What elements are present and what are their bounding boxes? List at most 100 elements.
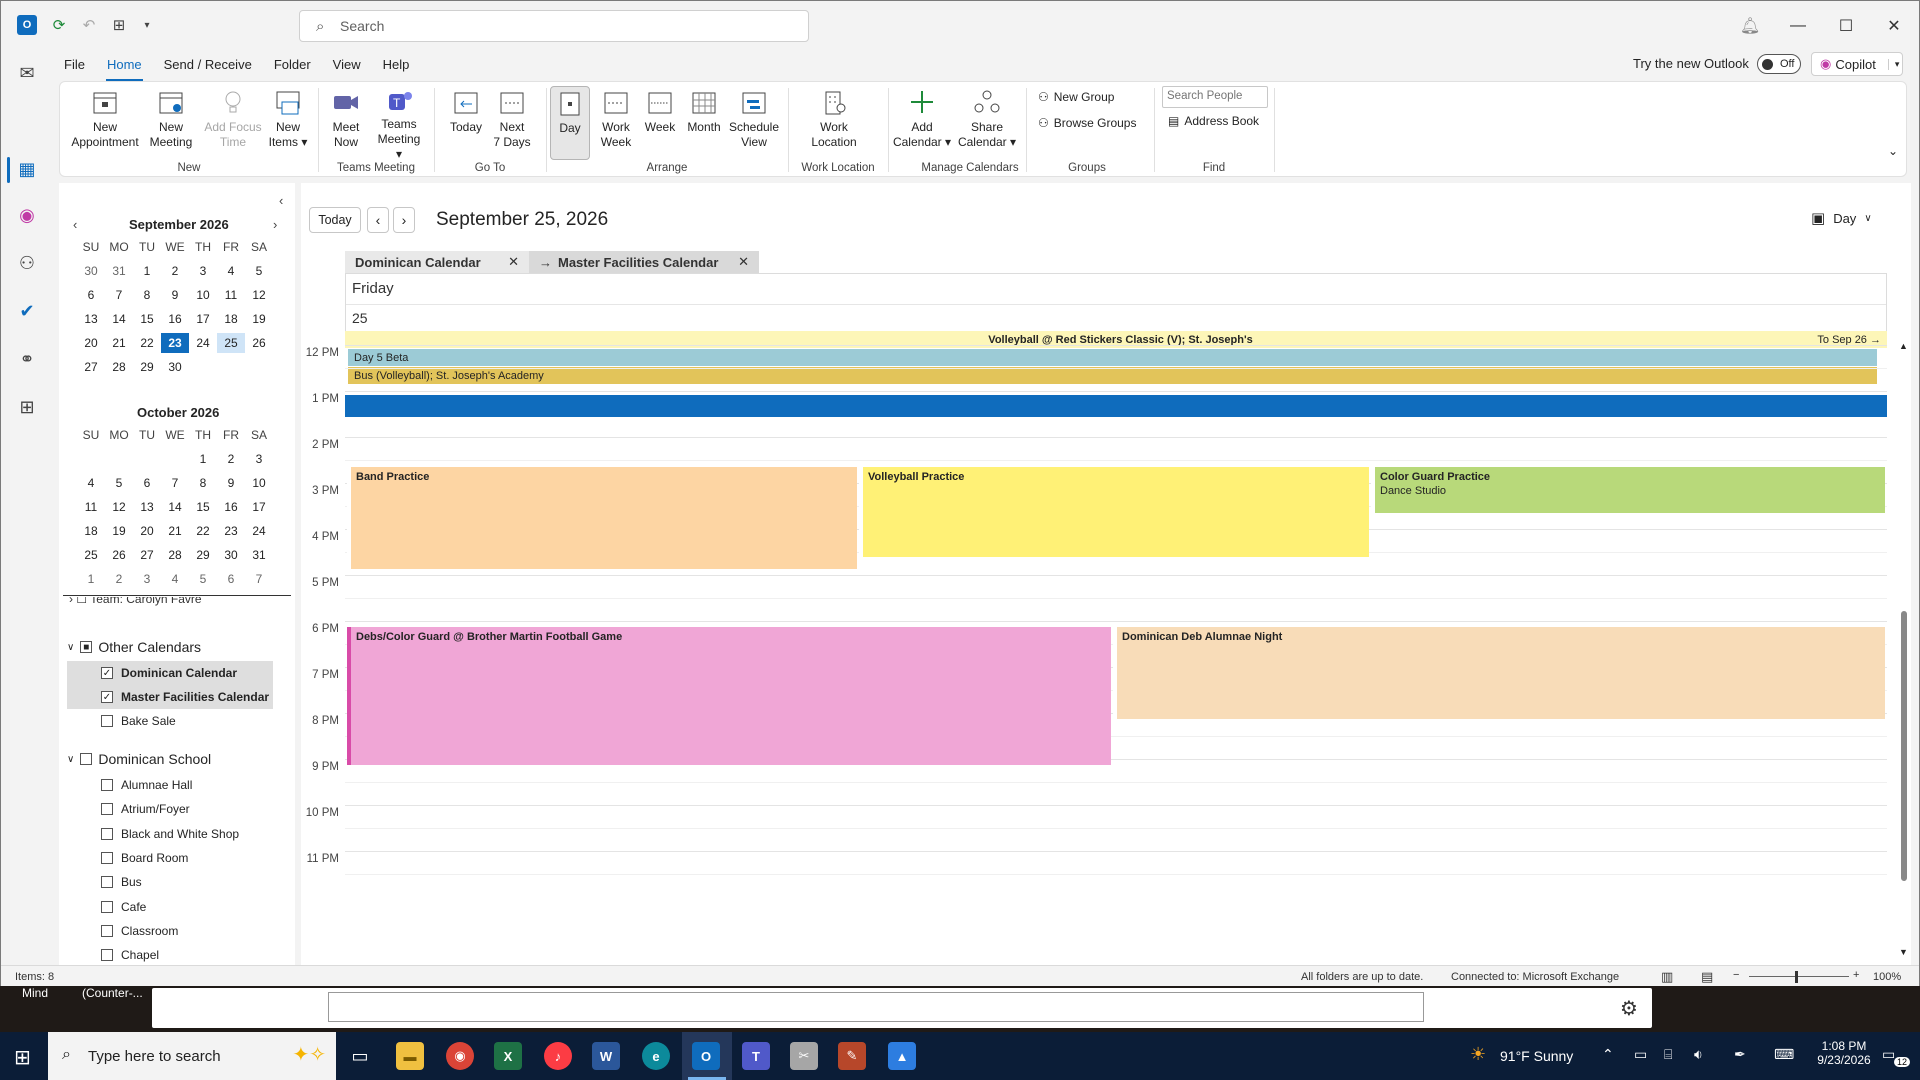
minical-day[interactable]: 7 <box>161 473 189 493</box>
minical-day[interactable]: 2 <box>105 569 133 589</box>
mail-icon[interactable]: ✉ <box>13 59 41 87</box>
maximize-button[interactable]: ☐ <box>1831 13 1861 39</box>
new-group-button[interactable]: ⚇ New Group <box>1038 90 1114 104</box>
todo-icon[interactable]: ✔ <box>13 297 41 325</box>
gear-icon[interactable]: ⚙ <box>1620 996 1638 1021</box>
minical-day[interactable]: 16 <box>217 497 245 517</box>
next-7-days-button[interactable]: Next 7 Days <box>490 86 534 162</box>
file-explorer-icon[interactable]: ▬ <box>396 1042 424 1070</box>
calendar-school-item[interactable]: Alumnae Hall <box>67 773 273 797</box>
close-button[interactable]: ✕ <box>1879 13 1909 39</box>
checkbox[interactable] <box>101 851 113 864</box>
checkbox[interactable] <box>101 876 113 889</box>
minical-day[interactable]: 15 <box>189 497 217 517</box>
event-debs-color-guard[interactable]: Debs/Color Guard @ Brother Martin Footba… <box>347 627 1111 765</box>
scroll-up-icon[interactable]: ▲ <box>1899 341 1908 351</box>
task-view-icon[interactable]: ▭ <box>346 1042 374 1070</box>
address-book-button[interactable]: ▤ Address Book <box>1168 114 1259 128</box>
checkbox[interactable] <box>101 827 113 840</box>
outlook-taskbar-icon[interactable]: O <box>692 1042 720 1070</box>
minical-day[interactable]: 18 <box>217 309 245 329</box>
event-color-guard-practice[interactable]: Color Guard Practice Dance Studio <box>1371 467 1885 513</box>
event-volleyball-practice[interactable]: Volleyball Practice <box>859 467 1369 557</box>
taskbar-search-input[interactable]: ⌕ Type here to search ✦✧ <box>48 1032 336 1080</box>
minical-day[interactable]: 25 <box>77 545 105 565</box>
group-checkbox[interactable] <box>80 753 93 765</box>
dominican-school-group[interactable]: ∨ Dominican School <box>67 751 211 767</box>
day-view-button[interactable]: Day <box>550 86 590 160</box>
checkbox[interactable] <box>101 803 113 816</box>
network-icon[interactable]: ⌸ <box>1664 1046 1672 1063</box>
search-input[interactable]: ⌕ Search <box>299 10 809 42</box>
schedule-view-button[interactable]: Schedule View <box>726 86 782 162</box>
minical-day[interactable]: 3 <box>245 449 273 469</box>
current-time-selection[interactable] <box>345 395 1887 417</box>
excel-icon[interactable]: X <box>494 1042 522 1070</box>
minical-day[interactable]: 25 <box>217 333 245 353</box>
view-selector[interactable]: ▣ Day ∨ <box>1811 209 1872 227</box>
minical-day[interactable]: 31 <box>245 545 273 565</box>
browse-groups-button[interactable]: ⚇ Browse Groups <box>1038 116 1136 130</box>
minical-day[interactable]: 4 <box>161 569 189 589</box>
checkbox[interactable] <box>101 949 113 962</box>
month-button[interactable]: Month <box>682 86 726 162</box>
minical-day[interactable]: 10 <box>189 285 217 305</box>
undo-icon[interactable]: ↶ <box>79 15 99 35</box>
minical-day[interactable]: 7 <box>245 569 273 589</box>
add-calendar-button[interactable]: Add Calendar ▾ <box>892 86 952 162</box>
minical-day[interactable]: 9 <box>217 473 245 493</box>
minical-day[interactable]: 4 <box>77 473 105 493</box>
reading-view-icon[interactable]: ▤ <box>1701 969 1713 985</box>
minical-day[interactable]: 30 <box>217 545 245 565</box>
minical-day[interactable]: 14 <box>161 497 189 517</box>
bell-icon[interactable]: 🔔︎ <box>1735 13 1765 39</box>
minical-day[interactable]: 13 <box>133 497 161 517</box>
minical-day[interactable]: 21 <box>161 521 189 541</box>
week-button[interactable]: Week <box>638 86 682 162</box>
calendar-school-item[interactable]: Board Room <box>67 846 273 870</box>
minical-day[interactable]: 29 <box>133 357 161 377</box>
keyboard-icon[interactable]: ⌨ <box>1774 1046 1794 1063</box>
pen-icon[interactable]: ✒ <box>1734 1046 1746 1063</box>
minical-day[interactable]: 2 <box>217 449 245 469</box>
weather-icon[interactable]: ☀ <box>1470 1044 1486 1065</box>
minical-day[interactable]: 3 <box>189 261 217 281</box>
next-month-icon[interactable]: › <box>273 217 277 232</box>
minical-day[interactable]: 30 <box>161 357 189 377</box>
sync-icon[interactable]: ⟳ <box>49 15 69 35</box>
calendar-school-item[interactable]: Bus <box>67 870 273 894</box>
copilot-app-icon[interactable]: ◉ <box>13 201 41 229</box>
checkbox[interactable] <box>101 715 113 727</box>
tab-folder[interactable]: Folder <box>263 53 322 79</box>
snipping-icon[interactable]: ✂ <box>790 1042 818 1070</box>
close-icon[interactable]: ✕ <box>738 254 749 270</box>
minical-day[interactable]: 1 <box>133 261 161 281</box>
tab-file[interactable]: File <box>53 53 96 79</box>
chevron-up-icon[interactable]: ⌃ <box>1602 1046 1614 1063</box>
tab-help[interactable]: Help <box>372 53 421 79</box>
checkbox[interactable] <box>101 779 113 791</box>
collapse-ribbon-icon[interactable]: ⌄ <box>1888 144 1898 158</box>
other-calendars-group[interactable]: ∨ ■ Other Calendars <box>67 639 201 655</box>
minical-day[interactable]: 13 <box>77 309 105 329</box>
group-checkbox[interactable]: ■ <box>80 641 93 653</box>
arrow-right-icon[interactable]: → <box>539 255 552 270</box>
battery-icon[interactable]: ▭ <box>1634 1046 1647 1063</box>
share-calendar-button[interactable]: Share Calendar ▾ <box>956 86 1018 162</box>
minical-day[interactable]: 27 <box>77 357 105 377</box>
checkbox[interactable] <box>101 900 113 913</box>
minical-day[interactable]: 14 <box>105 309 133 329</box>
word-icon[interactable]: W <box>592 1042 620 1070</box>
minical-day[interactable]: 1 <box>189 449 217 469</box>
minical-day[interactable]: 3 <box>133 569 161 589</box>
minical-day[interactable]: 11 <box>77 497 105 517</box>
chrome-icon[interactable]: ◉ <box>446 1042 474 1070</box>
minical-day[interactable]: 28 <box>105 357 133 377</box>
clock[interactable]: 1:08 PM 9/23/2026 <box>1808 1039 1880 1067</box>
normal-view-icon[interactable]: ▥ <box>1661 969 1673 985</box>
minical-day[interactable]: 15 <box>133 309 161 329</box>
minical-day[interactable]: 30 <box>77 261 105 281</box>
today-button[interactable]: Today <box>446 86 486 162</box>
zoom-thumb[interactable] <box>1795 971 1798 983</box>
minical-day[interactable]: 21 <box>105 333 133 353</box>
